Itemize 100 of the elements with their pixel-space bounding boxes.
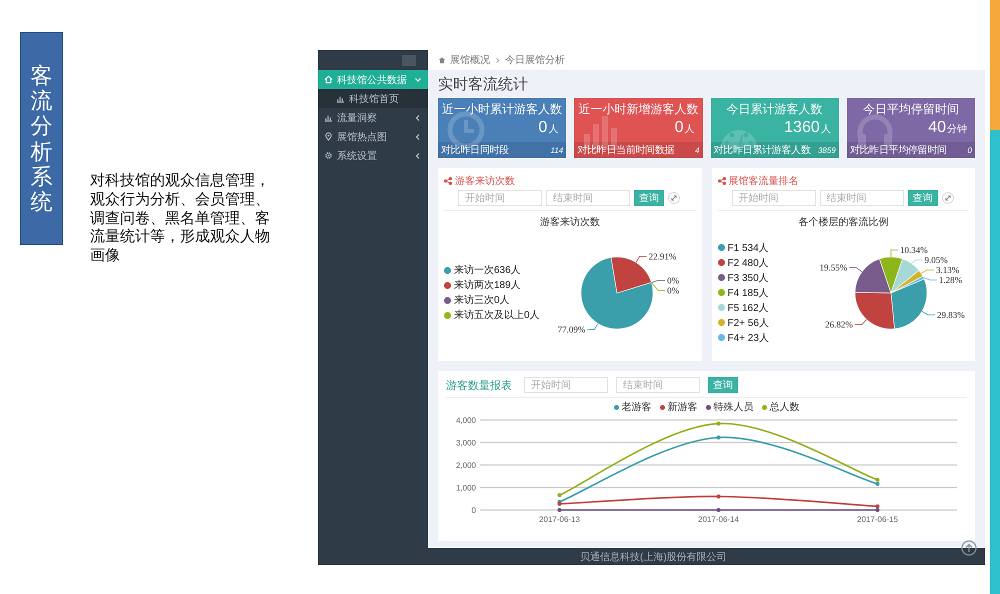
card-title: 今日平均停留时间 bbox=[862, 101, 960, 117]
sidebar-item[interactable]: 系统设置 bbox=[318, 146, 428, 165]
back-to-top-icon[interactable] bbox=[961, 540, 977, 556]
point bbox=[876, 478, 880, 482]
leader-line bbox=[854, 318, 867, 324]
point bbox=[876, 504, 880, 508]
card-value: 0 bbox=[538, 119, 548, 137]
legend-label: F5 162人 bbox=[728, 302, 769, 314]
card-title: 近一小时新增游客人数 bbox=[577, 101, 700, 117]
legend-label: F2 480人 bbox=[728, 256, 769, 270]
card-value: 0 bbox=[674, 119, 684, 137]
compare-value: 114 bbox=[550, 146, 564, 154]
home-icon bbox=[438, 56, 446, 64]
percent-label: 26.82% bbox=[824, 319, 853, 330]
page-title: 实时客流统计 bbox=[438, 75, 529, 95]
leader-line bbox=[848, 266, 862, 272]
leader-line bbox=[587, 322, 599, 330]
legend-label: F1 534人 bbox=[728, 242, 769, 254]
x-axis-label: 2017-06-13 bbox=[539, 515, 580, 524]
percent-label: 1.28% bbox=[938, 274, 962, 284]
query-button[interactable]: 查询 bbox=[908, 190, 938, 206]
slide-description: 对科技馆的观众信息管理，观众行为分析、会员管理、调查问卷、黑名单管理、客流量统计等，形成观众人物画像 bbox=[90, 172, 271, 266]
panel-title: 游客来访次数 bbox=[455, 174, 515, 188]
card-value: 1360 bbox=[784, 119, 820, 137]
percent-label: 77.09% bbox=[558, 324, 586, 334]
sidebar-item[interactable]: 展馆热点图 bbox=[318, 127, 428, 146]
leader-line bbox=[921, 310, 936, 315]
card-unit: 人 bbox=[820, 123, 831, 136]
chevron-left-icon bbox=[414, 152, 422, 160]
point bbox=[876, 508, 880, 512]
percent-label: 10.34% bbox=[900, 244, 928, 254]
expand-icon[interactable] bbox=[668, 192, 680, 204]
legend-label: 总人数 bbox=[770, 400, 800, 414]
point bbox=[716, 494, 720, 498]
percent-label: 29.83% bbox=[936, 309, 964, 320]
compare-label: 对比昨日当前时间数据 bbox=[577, 144, 674, 157]
start-time-field[interactable]: 开始时间 bbox=[458, 190, 542, 206]
breadcrumb-link[interactable]: 展馆概况 bbox=[450, 53, 490, 67]
compare-label: 对比昨日累计游客人数 bbox=[714, 144, 811, 157]
legend-label: F2+ 56人 bbox=[728, 316, 769, 330]
legend-label: 特殊人员 bbox=[714, 400, 754, 414]
y-axis-label: 1,000 bbox=[456, 484, 476, 492]
y-axis-label: 0 bbox=[472, 506, 476, 515]
location-icon bbox=[324, 132, 333, 141]
card-title: 今日累计游客人数 bbox=[726, 101, 824, 117]
card-unit: 人 bbox=[548, 123, 558, 136]
chart-title: 各个楼层的客流比例 bbox=[797, 216, 890, 229]
share-icon bbox=[718, 176, 726, 184]
footer-text: 贝通信息科技(上海)股份有限公司 bbox=[580, 550, 727, 564]
compare-value: 0 bbox=[968, 146, 972, 154]
slide-title: 客流分析系统 bbox=[20, 32, 63, 245]
bar-chart-icon bbox=[324, 113, 333, 122]
percent-label: 22.91% bbox=[648, 250, 677, 261]
sidebar-toggle-icon[interactable] bbox=[402, 54, 416, 66]
start-time-field[interactable]: 开始时间 bbox=[524, 377, 608, 393]
percent-label: 0% bbox=[667, 274, 680, 285]
compare-value: 3859 bbox=[818, 146, 836, 154]
end-time-field[interactable]: 结束时间 bbox=[820, 190, 904, 206]
legend-label: 老游客 bbox=[622, 400, 652, 414]
chart-title: 游客来访次数 bbox=[538, 216, 601, 229]
card-unit: 人 bbox=[684, 123, 694, 136]
home-icon bbox=[324, 75, 333, 84]
legend-label: F4+ 23人 bbox=[728, 332, 769, 344]
end-time-field[interactable]: 结束时间 bbox=[616, 377, 700, 393]
chevron-right-icon bbox=[494, 56, 501, 64]
panel-title: 游客数量报表 bbox=[446, 378, 512, 392]
y-axis-label: 3,000 bbox=[456, 438, 476, 448]
expand-icon[interactable] bbox=[942, 192, 954, 204]
sidebar-item[interactable]: 科技馆公共数据 bbox=[318, 70, 428, 89]
legend-label: F4 185人 bbox=[728, 286, 769, 300]
panel-title: 展馆客流量排名 bbox=[728, 174, 798, 188]
compare-value: 4 bbox=[695, 146, 700, 154]
point bbox=[716, 508, 720, 512]
bar-chart-icon bbox=[336, 94, 345, 103]
breadcrumb-link[interactable]: 今日展馆分析 bbox=[505, 53, 565, 67]
legend-label: 来访两次189人 bbox=[454, 278, 521, 292]
percent-label: 0% bbox=[667, 284, 680, 295]
sidebar-item[interactable]: 流量洞察 bbox=[318, 108, 428, 127]
chevron-left-icon bbox=[414, 114, 422, 122]
chevron-left-icon bbox=[414, 132, 422, 140]
percent-label: 3.13% bbox=[936, 264, 959, 274]
legend-label: 新游客 bbox=[668, 400, 698, 414]
leader-line bbox=[922, 276, 938, 280]
point bbox=[716, 422, 720, 426]
legend-label: 来访五次及以上0人 bbox=[454, 308, 540, 322]
point bbox=[558, 493, 562, 498]
share-icon bbox=[444, 176, 452, 184]
sidebar-subitem[interactable]: 科技馆首页 bbox=[318, 89, 428, 108]
leader-line bbox=[920, 269, 934, 274]
end-time-field[interactable]: 结束时间 bbox=[546, 190, 630, 206]
query-button[interactable]: 查询 bbox=[708, 377, 738, 393]
leader-line bbox=[910, 259, 923, 264]
compare-label: 对比昨日平均停留时间 bbox=[850, 144, 947, 157]
y-axis-label: 4,000 bbox=[456, 416, 476, 425]
start-time-field[interactable]: 开始时间 bbox=[732, 190, 816, 206]
y-axis-label: 2,000 bbox=[456, 461, 476, 470]
point bbox=[876, 482, 880, 486]
leader-line bbox=[636, 256, 648, 262]
point bbox=[558, 508, 562, 512]
query-button[interactable]: 查询 bbox=[634, 190, 664, 206]
